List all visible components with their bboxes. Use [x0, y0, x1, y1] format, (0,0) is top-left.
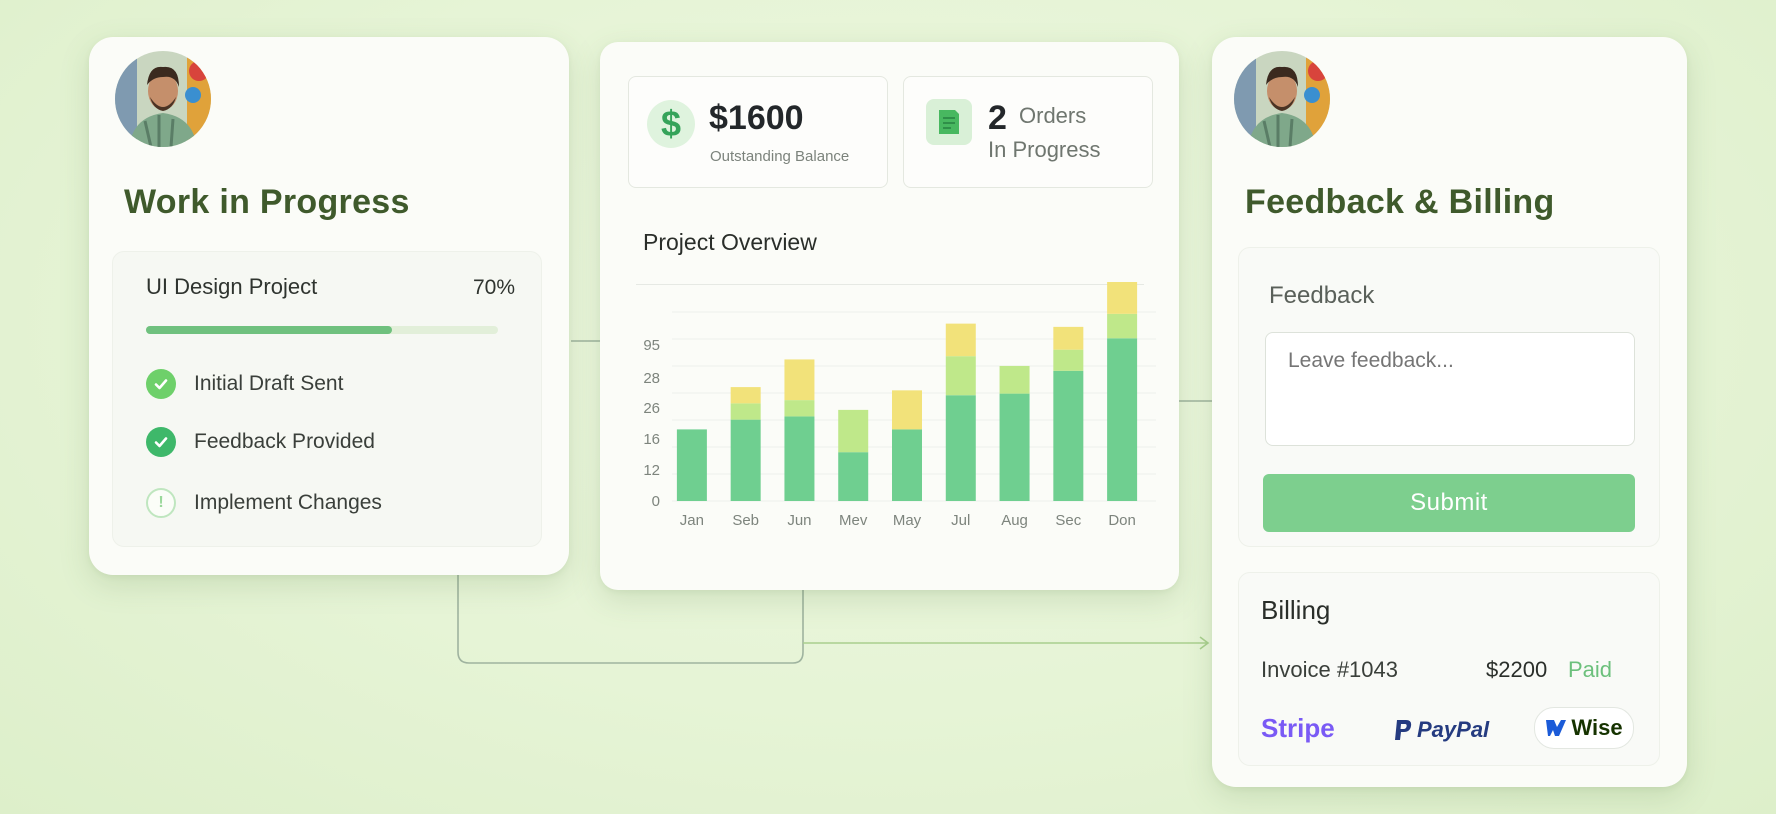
y-tick-label: 28: [643, 370, 660, 387]
progress-track: [146, 326, 498, 334]
connector-arrow-3: [803, 636, 1210, 650]
x-tick-label: Jul: [951, 512, 970, 529]
task-label: Feedback Provided: [194, 430, 375, 453]
bar-segment[interactable]: [1107, 313, 1138, 339]
bar-segment[interactable]: [999, 393, 1030, 501]
wise-logo[interactable]: Wise: [1534, 707, 1634, 749]
task-label: Implement Changes: [194, 491, 382, 514]
page-title: Work in Progress: [124, 183, 410, 221]
task-item[interactable]: ! Implement Changes: [113, 481, 541, 525]
x-tick-label: Aug: [1001, 512, 1028, 529]
task-item[interactable]: Feedback Provided: [113, 420, 541, 464]
invoice-number[interactable]: Invoice #1043: [1261, 657, 1398, 683]
submit-button[interactable]: Submit: [1263, 474, 1635, 532]
paypal-icon: [1395, 720, 1412, 740]
project-panel: UI Design Project 70% Initial Draft Sent…: [112, 251, 542, 547]
paypal-label: PayPal: [1417, 717, 1490, 742]
check-icon: [146, 369, 176, 399]
paypal-logo[interactable]: PayPal: [1394, 713, 1489, 747]
stripe-logo[interactable]: Stripe: [1261, 713, 1335, 744]
check-icon: [146, 427, 176, 457]
bar-segment[interactable]: [730, 403, 761, 420]
project-percent: 70%: [472, 276, 515, 299]
feedback-billing-card: Feedback & Billing Feedback Submit Billi…: [1212, 37, 1687, 787]
work-in-progress-card: Work in Progress UI Design Project 70% I…: [89, 37, 569, 575]
x-tick-label: Mev: [839, 512, 868, 529]
x-tick-label: May: [893, 512, 922, 529]
bar-segment[interactable]: [945, 323, 976, 357]
paid-status: Paid: [1568, 657, 1613, 682]
feedback-section-title: Feedback: [1269, 282, 1375, 309]
y-tick-label: 26: [643, 400, 660, 417]
pending-icon: !: [146, 488, 176, 518]
balance-stat[interactable]: $ $1600 Outstanding Balance: [628, 76, 888, 188]
bar-segment[interactable]: [1053, 370, 1084, 501]
invoice-amount: $2200: [1486, 657, 1548, 682]
bar-segment[interactable]: [784, 400, 815, 417]
bar-segment[interactable]: [838, 409, 869, 453]
y-tick-label: 16: [643, 431, 660, 448]
bar-segment[interactable]: [784, 416, 815, 501]
bar-segment[interactable]: [838, 452, 869, 501]
task-item[interactable]: Initial Draft Sent: [113, 362, 541, 406]
bar-segment[interactable]: [892, 429, 922, 501]
feedback-input[interactable]: [1265, 332, 1635, 446]
document-icon: [926, 99, 972, 145]
x-tick-label: Jun: [787, 512, 811, 529]
bar-segment[interactable]: [999, 365, 1030, 394]
bar-segment[interactable]: [945, 395, 976, 501]
orders-line2: In Progress: [988, 137, 1101, 162]
x-tick-label: Jan: [680, 512, 704, 529]
balance-value: $1600: [709, 99, 804, 137]
orders-count: 2: [988, 99, 1007, 137]
y-tick-label: 95: [643, 337, 660, 354]
bar-segment[interactable]: [1107, 338, 1138, 501]
chart-title: Project Overview: [643, 229, 817, 255]
bar-segment[interactable]: [1107, 282, 1138, 314]
feedback-title: Feedback & Billing: [1245, 183, 1555, 221]
x-tick-label: Don: [1108, 512, 1136, 529]
bar-segment[interactable]: [1053, 326, 1084, 350]
bar-segment[interactable]: [784, 359, 815, 401]
y-tick-label: 0: [652, 493, 660, 510]
balance-caption: Outstanding Balance: [710, 148, 850, 165]
x-tick-label: Seb: [732, 512, 759, 529]
avatar[interactable]: [115, 51, 211, 147]
x-tick-label: Sec: [1055, 512, 1081, 529]
orders-stat[interactable]: 2 Orders In Progress: [903, 76, 1153, 188]
bar-segment[interactable]: [892, 390, 922, 430]
y-tick-label: 12: [643, 462, 660, 479]
dollar-icon: $: [647, 100, 695, 148]
bar-segment[interactable]: [676, 429, 707, 501]
progress-bar-fill: [146, 326, 393, 334]
task-label: Initial Draft Sent: [194, 372, 344, 395]
wise-label: Wise: [1571, 715, 1623, 740]
bar-segment[interactable]: [730, 419, 761, 501]
bar-segment[interactable]: [1053, 349, 1084, 371]
project-overview-chart: 0 12 16 26 28 95 Jan Seb Jun Mev May Jul Aug Sec Don: [643, 282, 1156, 529]
project-name: UI Design Project: [146, 274, 318, 299]
avatar[interactable]: [1234, 51, 1330, 147]
wise-icon: [1546, 720, 1567, 736]
overview-card: $ $1600 Outstanding Balance 2 Orders In …: [600, 42, 1179, 590]
billing-title: Billing: [1261, 595, 1331, 625]
feedback-panel: Feedback Submit: [1238, 247, 1660, 547]
bar-segment[interactable]: [945, 356, 976, 396]
billing-panel: Billing Invoice #1043 $2200 Paid Stripe …: [1238, 572, 1660, 766]
orders-line1: Orders: [1019, 103, 1087, 128]
bar-segment[interactable]: [730, 387, 761, 404]
